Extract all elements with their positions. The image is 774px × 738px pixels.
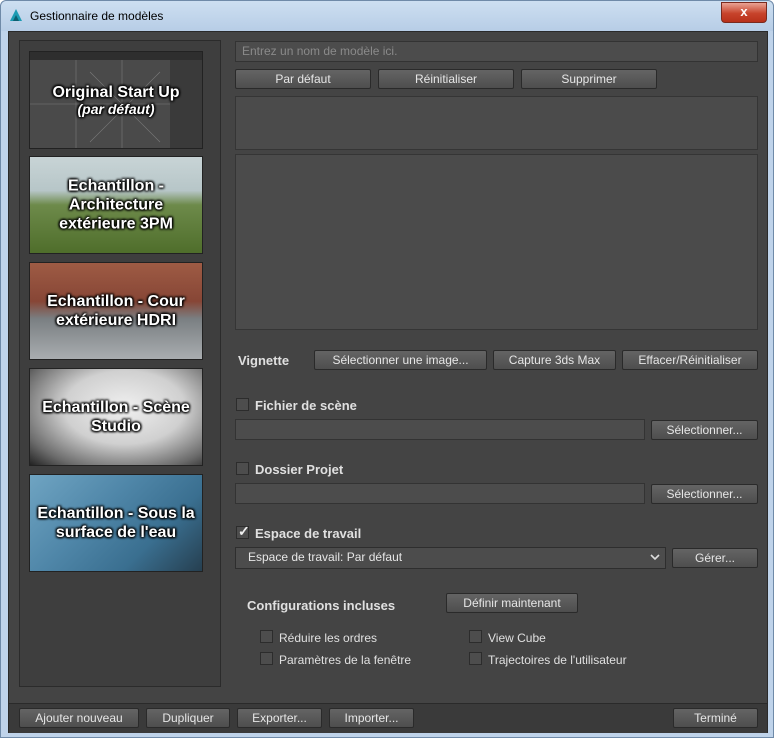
template-list: Original Start Up (par défaut) Echantill…: [19, 40, 221, 687]
scene-file-label: Fichier de scène: [255, 398, 357, 413]
delete-button[interactable]: Supprimer: [521, 69, 657, 89]
add-new-button[interactable]: Ajouter nouveau: [19, 708, 139, 728]
duplicate-button[interactable]: Dupliquer: [146, 708, 230, 728]
scene-file-field[interactable]: [235, 419, 645, 440]
template-item-studio-scene[interactable]: Echantillon - Scène Studio: [29, 368, 203, 466]
window-title: Gestionnaire de modèles: [30, 9, 164, 23]
config-checkbox-user-paths[interactable]: [469, 652, 482, 665]
bottom-toolbar: Ajouter nouveau Dupliquer Exporter... Im…: [9, 703, 767, 733]
config-label: Réduire les ordres: [279, 631, 378, 645]
project-folder-select-button[interactable]: Sélectionner...: [651, 484, 758, 504]
workspace-value: Espace de travail: Par défaut: [248, 550, 403, 564]
workspace-checkbox[interactable]: [236, 523, 250, 540]
description-box[interactable]: [235, 96, 758, 150]
template-item-underwater[interactable]: Echantillon - Sous la surface de l'eau: [29, 474, 203, 572]
template-manager-window: Gestionnaire de modèles x Original Start…: [0, 0, 774, 738]
title-bar: Gestionnaire de modèles x: [1, 1, 773, 31]
project-folder-checkbox[interactable]: [236, 462, 249, 475]
project-folder-label: Dossier Projet: [255, 462, 344, 477]
template-item-architecture-3pm[interactable]: Echantillon - Architecture extérieure 3P…: [29, 156, 203, 254]
config-label: View Cube: [488, 631, 546, 645]
config-checkbox-view-cube[interactable]: [469, 630, 482, 643]
thumbnail-preview: [235, 154, 758, 330]
reset-button[interactable]: Réinitialiser: [378, 69, 514, 89]
close-icon: x: [740, 4, 748, 19]
config-checkbox-viewport-settings[interactable]: [260, 652, 273, 665]
template-label: Original Start Up (par défaut): [30, 83, 202, 117]
chevron-down-icon: [650, 554, 660, 561]
app-icon: [10, 9, 22, 21]
template-name: Echantillon - Sous la surface de l'eau: [37, 505, 195, 541]
template-item-courtyard-hdri[interactable]: Echantillon - Cour extérieure HDRI: [29, 262, 203, 360]
template-item-original-startup[interactable]: Original Start Up (par défaut): [29, 51, 203, 149]
config-label: Paramètres de la fenêtre: [279, 653, 412, 667]
template-name-input[interactable]: Entrez un nom de modèle ici.: [235, 41, 758, 62]
select-image-button[interactable]: Sélectionner une image...: [314, 350, 487, 370]
template-default-tag: (par défaut): [77, 101, 155, 117]
import-button[interactable]: Importer...: [329, 708, 414, 728]
template-name: Echantillon - Scène Studio: [42, 399, 190, 435]
thumbnail-label: Vignette: [238, 353, 290, 368]
manage-workspace-button[interactable]: Gérer...: [672, 548, 758, 568]
done-button[interactable]: Terminé: [673, 708, 758, 728]
scene-file-checkbox[interactable]: [236, 398, 249, 411]
template-name: Echantillon - Cour extérieure HDRI: [47, 293, 185, 329]
template-name: Echantillon - Architecture extérieure 3P…: [59, 177, 173, 233]
config-checkbox-reduce-orders[interactable]: [260, 630, 273, 643]
define-now-button[interactable]: Définir maintenant: [446, 593, 578, 613]
config-label: Trajectoires de l'utilisateur: [488, 653, 627, 667]
scene-file-select-button[interactable]: Sélectionner...: [651, 420, 758, 440]
export-button[interactable]: Exporter...: [237, 708, 322, 728]
clear-reset-button[interactable]: Effacer/Réinitialiser: [622, 350, 758, 370]
template-name: Original Start Up: [52, 84, 180, 101]
workspace-dropdown[interactable]: Espace de travail: Par défaut: [235, 547, 666, 569]
default-button[interactable]: Par défaut: [235, 69, 371, 89]
capture-button[interactable]: Capture 3ds Max: [493, 350, 616, 370]
project-folder-field[interactable]: [235, 483, 645, 504]
included-configs-label: Configurations incluses: [247, 598, 396, 613]
dialog-body: Original Start Up (par défaut) Echantill…: [8, 31, 768, 733]
workspace-label: Espace de travail: [255, 526, 362, 541]
close-button[interactable]: x: [721, 2, 767, 23]
